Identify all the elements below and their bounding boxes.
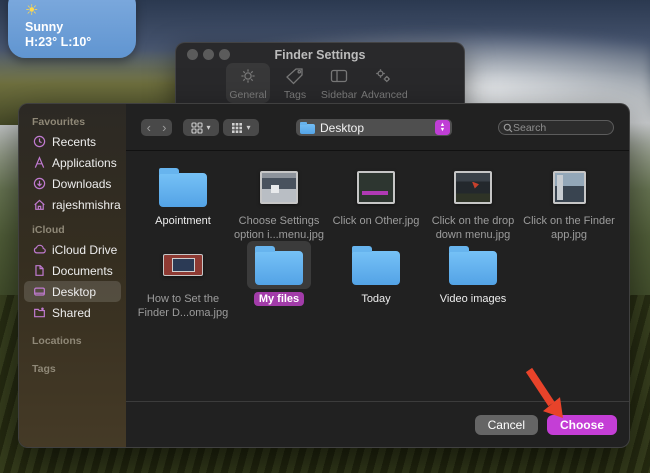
search-icon	[503, 123, 513, 133]
sidebar-item-shared[interactable]: Shared	[24, 302, 121, 323]
cloud-icon	[33, 243, 46, 256]
chevron-down-icon: ▾	[246, 123, 250, 132]
tab-advanced[interactable]: Advanced	[361, 63, 405, 103]
image-thumbnail	[454, 171, 492, 204]
sidebar-section-icloud: iCloud	[32, 224, 126, 236]
tab-label: Tags	[284, 89, 306, 101]
tab-label: General	[229, 89, 266, 101]
shared-folder-icon	[33, 306, 46, 319]
applications-icon	[33, 156, 46, 169]
sidebar-item-downloads[interactable]: Downloads	[24, 173, 121, 194]
sidebar-item-documents[interactable]: Documents	[24, 260, 121, 281]
sidebar-section-favourites: Favourites	[32, 116, 126, 128]
image-thumbnail	[553, 171, 586, 204]
file-item-image[interactable]: Click on Other.jpg	[328, 163, 424, 228]
sidebar-item-desktop[interactable]: Desktop	[24, 281, 121, 302]
location-label: Desktop	[320, 121, 435, 135]
sidebar-item-label: Shared	[52, 306, 91, 320]
sidebar-item-home[interactable]: rajeshmishra	[24, 194, 121, 215]
tab-tags[interactable]: Tags	[273, 63, 317, 103]
tag-icon	[273, 63, 317, 85]
dropdown-stepper-icon[interactable]: ▲ ▼	[435, 120, 450, 135]
search-field[interactable]	[498, 120, 614, 135]
sidebar-item-label: Applications	[52, 156, 117, 170]
sidebar-item-recents[interactable]: Recents	[24, 131, 121, 152]
file-label: Video images	[425, 292, 521, 306]
image-thumbnail	[163, 254, 203, 276]
sidebar-item-label: Downloads	[52, 177, 111, 191]
document-icon	[33, 264, 46, 277]
tab-sidebar[interactable]: Sidebar	[317, 63, 361, 103]
folder-icon	[449, 251, 497, 285]
sidebar-item-label: rajeshmishra	[52, 198, 121, 212]
file-item-folder-selected[interactable]: My files	[231, 241, 327, 306]
file-label: How to Set the Finder D...oma.jpg	[135, 292, 231, 320]
small-grid-view-icon	[231, 122, 243, 134]
annotation-arrow-icon	[523, 366, 575, 424]
file-item-image[interactable]: How to Set the Finder D...oma.jpg	[135, 241, 231, 320]
finder-sidebar: Favourites Recents Applications Download…	[19, 104, 126, 447]
folder-icon	[352, 251, 400, 285]
file-item-image[interactable]: Click on the Finder app.jpg	[521, 163, 617, 242]
image-thumbnail	[260, 171, 298, 204]
tab-label: Advanced	[361, 89, 408, 101]
dialog-toolbar: ‹ › ▾	[126, 104, 629, 151]
file-label: Today	[328, 292, 424, 306]
grid-view-icon	[191, 122, 203, 134]
sidebar-item-label: iCloud Drive	[52, 243, 117, 257]
file-item-folder[interactable]: Video images	[425, 241, 521, 306]
tab-label: Sidebar	[321, 89, 357, 101]
sidebar-item-label: Desktop	[52, 285, 96, 299]
weather-temps: H:23° L:10°	[25, 35, 136, 49]
zoom-window-button[interactable]	[219, 49, 230, 60]
forward-button[interactable]: ›	[157, 120, 173, 135]
sidebar-item-label: Recents	[52, 135, 96, 149]
file-label: Click on the drop down menu.jpg	[425, 214, 521, 242]
desktop: ☀ Sunny H:23° L:10° Finder Settings Gen	[0, 0, 650, 473]
file-item-folder[interactable]: Today	[328, 241, 424, 306]
clock-icon	[33, 135, 46, 148]
gears-icon	[361, 63, 405, 85]
file-label: Click on Other.jpg	[328, 214, 424, 228]
icon-view-button[interactable]: ▾	[183, 119, 219, 136]
sun-icon: ☀	[25, 4, 136, 18]
chevron-down-icon: ▾	[206, 123, 210, 132]
close-window-button[interactable]	[187, 49, 198, 60]
back-button[interactable]: ‹	[141, 120, 157, 135]
sidebar-item-applications[interactable]: Applications	[24, 152, 121, 173]
file-item-folder[interactable]: Apointment	[135, 163, 231, 228]
sidebar-section-tags: Tags	[32, 363, 126, 375]
sidebar-item-label: Documents	[52, 264, 113, 278]
file-label: Click on the Finder app.jpg	[521, 214, 617, 242]
selection-highlight	[247, 241, 311, 289]
folder-icon	[300, 124, 315, 134]
sidebar-item-icloud-drive[interactable]: iCloud Drive	[24, 239, 121, 260]
minimize-window-button[interactable]	[203, 49, 214, 60]
weather-widget[interactable]: ☀ Sunny H:23° L:10°	[8, 0, 136, 58]
file-label: Apointment	[135, 214, 231, 228]
file-item-image[interactable]: Click on the drop down menu.jpg	[425, 163, 521, 242]
download-icon	[33, 177, 46, 190]
search-input[interactable]	[513, 122, 609, 134]
gear-icon	[226, 63, 270, 85]
file-label: Choose Settings option i...menu.jpg	[231, 214, 327, 242]
desktop-icon	[33, 285, 46, 298]
home-icon	[33, 198, 46, 211]
tab-general[interactable]: General	[226, 63, 270, 103]
sidebar-section-locations: Locations	[32, 335, 126, 347]
finder-settings-window: Finder Settings General Tags	[175, 42, 465, 112]
group-view-button[interactable]: ▾	[223, 119, 259, 136]
image-thumbnail	[357, 171, 395, 204]
file-item-image[interactable]: Choose Settings option i...menu.jpg	[231, 163, 327, 242]
titlebar: Finder Settings	[176, 43, 464, 63]
folder-icon	[255, 251, 303, 285]
sidebar-icon	[317, 63, 361, 85]
folder-icon	[159, 173, 207, 207]
weather-condition: Sunny	[25, 20, 136, 34]
file-label-selected: My files	[254, 292, 304, 306]
location-dropdown[interactable]: Desktop ▲ ▼	[296, 119, 452, 136]
file-grid: Apointment Choose Settings option i...me…	[126, 151, 629, 401]
